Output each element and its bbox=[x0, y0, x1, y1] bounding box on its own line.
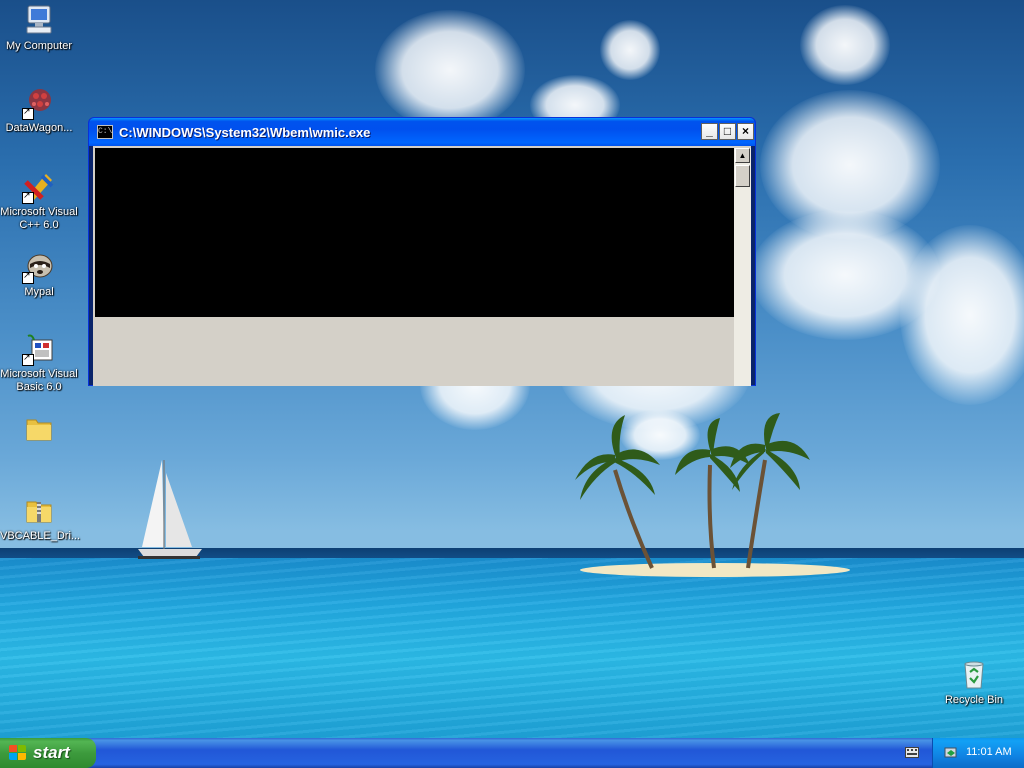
desktop-icon-label: Mypal bbox=[24, 286, 54, 298]
desktop-icon-folder[interactable] bbox=[0, 412, 78, 448]
close-button[interactable]: × bbox=[737, 123, 754, 140]
minimize-button[interactable]: _ bbox=[701, 123, 718, 140]
visual-basic-icon bbox=[22, 332, 56, 366]
visual-cpp-icon bbox=[22, 170, 56, 204]
desktop-icon-datawagon[interactable]: DataWagon... bbox=[0, 86, 78, 135]
start-label: start bbox=[33, 743, 70, 762]
scrollbar-thumb[interactable] bbox=[735, 165, 750, 187]
shortcut-arrow-icon bbox=[22, 270, 34, 284]
taskbar: start 11:01 AM bbox=[0, 738, 1024, 768]
keyboard-icon[interactable] bbox=[905, 747, 919, 758]
cloud bbox=[375, 10, 525, 130]
folder-icon bbox=[22, 412, 56, 446]
desktop-icon-label: My Computer bbox=[5, 40, 73, 52]
clock[interactable]: 11:01 AM bbox=[966, 746, 1012, 758]
console-output-area[interactable] bbox=[95, 148, 734, 317]
desktop-icon-visual-basic[interactable]: Microsoft Visual Basic 6.0 bbox=[0, 332, 78, 394]
vertical-scrollbar[interactable]: ▲ bbox=[734, 148, 751, 386]
desktop-icon-recycle-bin[interactable]: Recycle Bin bbox=[935, 658, 1013, 707]
window-titlebar[interactable]: C:\ C:\WINDOWS\System32\Wbem\wmic.exe _ … bbox=[89, 118, 755, 146]
shortcut-arrow-icon bbox=[22, 106, 34, 120]
desktop-icon-label: DataWagon... bbox=[5, 122, 73, 134]
desktop-icon-mypal[interactable]: Mypal bbox=[0, 250, 78, 299]
cloud bbox=[900, 225, 1024, 405]
zipped-folder-icon bbox=[22, 494, 56, 528]
cloud bbox=[600, 20, 660, 80]
desktop-icon-my-computer[interactable]: My Computer bbox=[0, 4, 78, 53]
recycle-bin-icon bbox=[957, 658, 991, 692]
shortcut-arrow-icon bbox=[22, 352, 34, 366]
desktop-icon-label: Recycle Bin bbox=[944, 694, 1004, 706]
window-title: C:\WINDOWS\System32\Wbem\wmic.exe bbox=[119, 125, 371, 140]
desktop-icon-label: Microsoft Visual C++ 6.0 bbox=[0, 206, 78, 231]
desktop-icon-vbcable[interactable]: VBCABLE_Dri... bbox=[0, 494, 81, 543]
desktop-icon-label: Microsoft Visual Basic 6.0 bbox=[0, 368, 78, 393]
system-tray: 11:01 AM bbox=[932, 738, 1024, 768]
sea bbox=[0, 558, 1024, 738]
console-app-icon[interactable]: C:\ bbox=[97, 125, 113, 139]
desktop-icon-label: VBCABLE_Dri... bbox=[0, 530, 81, 542]
cloud bbox=[800, 5, 890, 85]
my-computer-icon bbox=[22, 4, 56, 38]
safely-remove-hardware-icon[interactable] bbox=[943, 745, 959, 761]
maximize-button[interactable]: □ bbox=[719, 123, 736, 140]
mypal-icon bbox=[22, 250, 56, 284]
windows-logo-icon bbox=[9, 745, 27, 761]
palm-trees-illustration bbox=[575, 413, 810, 569]
sailboat-illustration bbox=[138, 460, 202, 559]
start-button[interactable]: start bbox=[0, 738, 96, 768]
datawagon-icon bbox=[22, 86, 56, 120]
desktop-icon-visual-cpp[interactable]: Microsoft Visual C++ 6.0 bbox=[0, 170, 78, 232]
scroll-up-arrow-icon[interactable]: ▲ bbox=[735, 148, 750, 163]
shortcut-arrow-icon bbox=[22, 190, 34, 204]
console-unpainted-region bbox=[95, 317, 734, 386]
